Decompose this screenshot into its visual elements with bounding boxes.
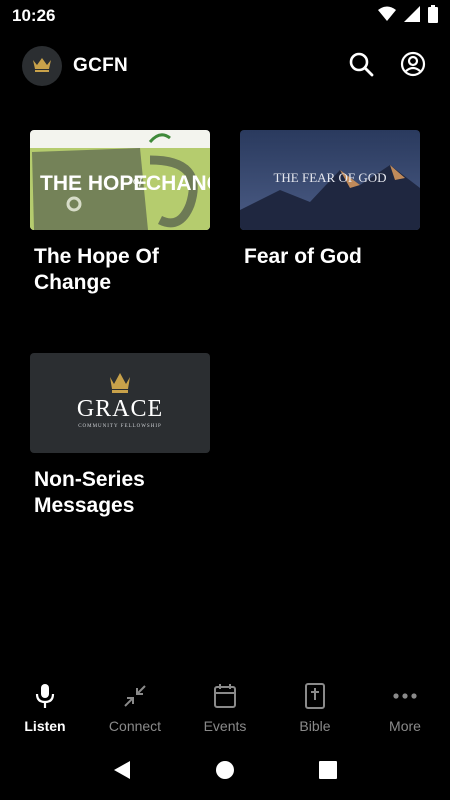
- bottom-nav: Listen Connect Events Bible More: [0, 672, 450, 740]
- series-card-non-series[interactable]: GRACE COMMUNITY FELLOWSHIP Non-Series Me…: [30, 353, 210, 519]
- series-card-hope-of-change[interactable]: THE HOPE of CHANGE The Hope Of Change: [30, 130, 210, 296]
- nav-label: Events: [203, 718, 247, 734]
- thumb-text-fellowship: COMMUNITY FELLOWSHIP: [78, 424, 162, 429]
- thumb-text-hope: THE HOPE: [40, 172, 147, 195]
- search-button[interactable]: [346, 51, 376, 81]
- nav-label: Bible: [299, 718, 331, 734]
- collapse-arrows-icon: [121, 682, 149, 710]
- series-title: Non-Series Messages: [34, 468, 145, 517]
- nav-bible[interactable]: Bible: [270, 672, 360, 740]
- app-bar: GCFN: [0, 44, 450, 88]
- nav-connect[interactable]: Connect: [90, 672, 180, 740]
- battery-icon: [428, 4, 438, 28]
- church-logo[interactable]: [22, 46, 62, 86]
- crown-icon: [32, 56, 52, 77]
- wifi-icon: [378, 6, 396, 27]
- nav-events[interactable]: Events: [180, 672, 270, 740]
- series-thumbnail: THE FEAR OF GOD: [240, 130, 420, 230]
- recents-button[interactable]: [317, 759, 339, 786]
- search-icon: [348, 51, 374, 82]
- nav-label: Listen: [24, 718, 66, 734]
- nav-label: More: [389, 718, 421, 734]
- status-time: 10:26: [12, 6, 56, 25]
- cell-signal-icon: [404, 5, 420, 27]
- nav-listen[interactable]: Listen: [0, 672, 90, 740]
- thumb-text-grace: GRACE: [77, 396, 163, 422]
- series-thumbnail: GRACE COMMUNITY FELLOWSHIP: [30, 353, 210, 453]
- thumb-text-fear: THE FEAR OF GOD: [273, 170, 386, 185]
- app-actions: [346, 51, 428, 81]
- home-button[interactable]: [214, 759, 236, 786]
- account-button[interactable]: [398, 51, 428, 81]
- app-title: GCFN: [73, 55, 129, 76]
- series-title: The Hope Of Change: [34, 245, 159, 294]
- series-thumbnail: THE HOPE of CHANGE: [30, 130, 210, 230]
- system-nav: [0, 744, 450, 800]
- series-card-fear-of-god[interactable]: THE FEAR OF GOD Fear of God: [240, 130, 420, 270]
- account-icon: [400, 51, 426, 82]
- screen: 10:26 GCFN THE HOPE of CHAN The Hope Of …: [0, 0, 450, 800]
- calendar-icon: [211, 682, 239, 710]
- status-icons: [378, 4, 438, 28]
- nav-more[interactable]: More: [360, 672, 450, 740]
- series-title: Fear of God: [244, 245, 362, 268]
- nav-label: Connect: [108, 718, 162, 734]
- microphone-icon: [31, 682, 59, 710]
- bible-icon: [301, 682, 329, 710]
- thumb-text-change: CHANGE: [146, 172, 210, 195]
- more-dots-icon: [391, 682, 419, 710]
- back-button[interactable]: [111, 759, 133, 786]
- status-bar: 10:26: [0, 0, 450, 32]
